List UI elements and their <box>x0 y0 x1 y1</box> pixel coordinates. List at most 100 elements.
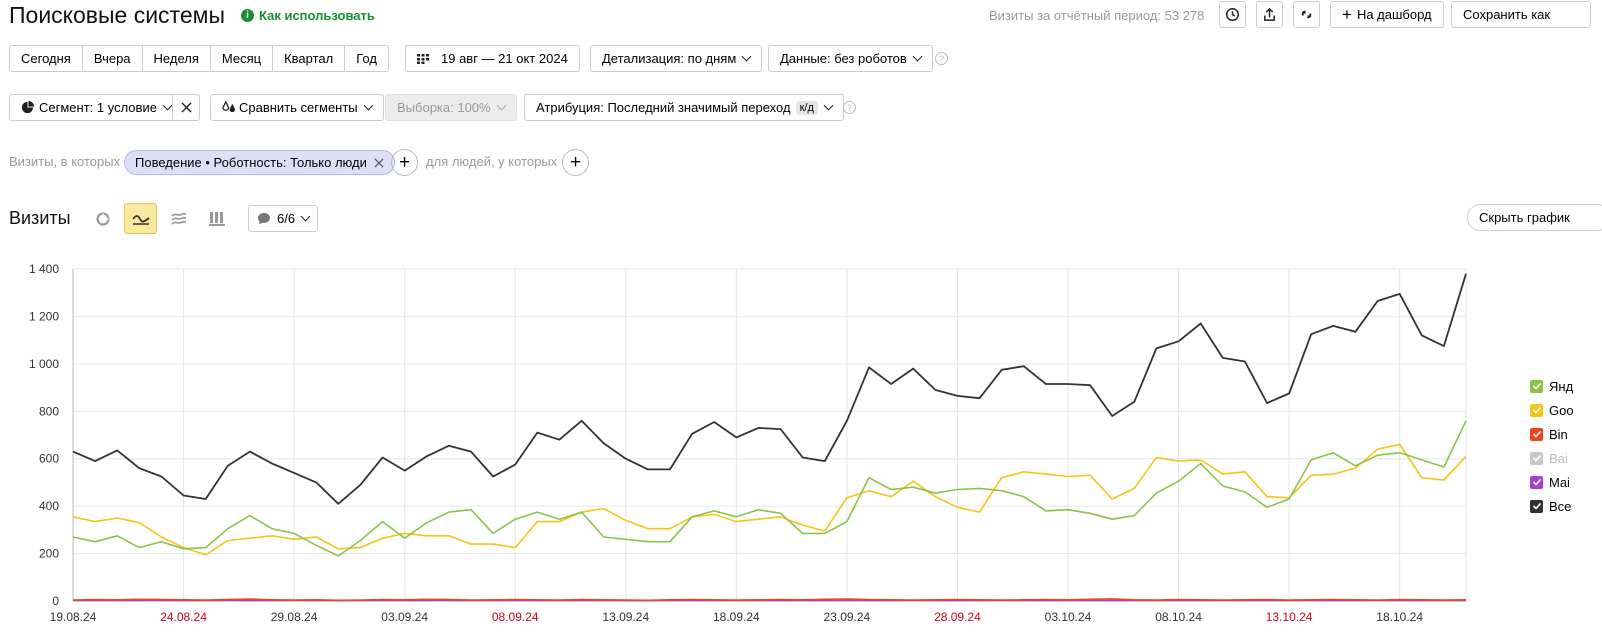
plus-icon: + <box>1342 5 1352 24</box>
hide-chart-button[interactable]: Скрыть график <box>1467 204 1602 231</box>
y-tick-label: 800 <box>39 404 59 418</box>
history-button[interactable] <box>1219 1 1246 28</box>
chevron-down-icon <box>496 100 507 111</box>
period-year[interactable]: Год <box>344 45 389 72</box>
add-visit-condition-button[interactable]: + <box>391 149 418 176</box>
plus-icon: + <box>398 152 411 173</box>
info-icon: i <box>241 9 254 22</box>
legend-item[interactable]: Goo <box>1530 398 1574 422</box>
chevron-down-icon <box>823 100 834 111</box>
pie-icon <box>21 101 34 114</box>
x-tick-label: 13.10.24 <box>1266 610 1313 624</box>
plus-icon: + <box>569 152 582 173</box>
x-tick-label: 18.09.24 <box>713 610 760 624</box>
legend-label: Все <box>1549 498 1572 514</box>
x-tick-label: 13.09.24 <box>602 610 649 624</box>
chart-type-bar[interactable] <box>200 203 233 234</box>
y-tick-label: 600 <box>39 452 59 466</box>
pie-chart-icon <box>95 211 110 226</box>
period-month[interactable]: Месяц <box>209 45 274 72</box>
legend-item[interactable]: Bin <box>1530 422 1574 446</box>
legend-item[interactable]: Все <box>1530 494 1574 518</box>
close-icon[interactable] <box>374 157 384 168</box>
series-line-янд <box>72 420 1467 557</box>
y-tick-label: 200 <box>39 547 59 561</box>
checkbox-icon[interactable] <box>1530 379 1543 393</box>
api-button[interactable] <box>1293 1 1320 28</box>
x-tick-label: 03.10.24 <box>1045 610 1092 624</box>
save-as-button[interactable]: Сохранить как <box>1451 1 1592 28</box>
legend-label: Янд <box>1549 378 1574 394</box>
calendar-icon <box>417 53 429 64</box>
line-chart-icon <box>131 214 150 225</box>
date-range-picker[interactable]: 19 авг — 21 окт 2024 <box>405 45 580 72</box>
chevron-down-icon <box>363 100 374 111</box>
legend-item[interactable]: Янд <box>1530 374 1574 398</box>
annotations-dropdown[interactable]: 6/6 <box>248 205 319 232</box>
annotations-count: 6/6 <box>277 211 296 226</box>
y-tick-label: 1 000 <box>29 357 59 371</box>
y-tick-label: 1 200 <box>29 309 59 323</box>
period-today[interactable]: Сегодня <box>9 45 83 72</box>
chart-type-pie[interactable] <box>86 203 119 234</box>
checkbox-icon[interactable] <box>1530 451 1543 465</box>
period-week[interactable]: Неделя <box>141 45 211 72</box>
x-tick-label: 28.09.24 <box>934 610 981 624</box>
detail-label: Детализация: по дням <box>602 51 737 66</box>
y-tick-label: 1 400 <box>29 262 59 276</box>
add-people-condition-button[interactable]: + <box>562 149 589 176</box>
comment-icon <box>258 213 270 225</box>
checkbox-icon[interactable] <box>1530 475 1543 489</box>
bar-chart-icon <box>208 212 225 226</box>
x-tick-label: 24.08.24 <box>160 610 207 624</box>
chart-title: Визиты <box>9 208 71 228</box>
series-line-total <box>72 273 1467 505</box>
share-icon <box>1264 7 1275 21</box>
detail-dropdown[interactable]: Детализация: по дням <box>590 45 763 72</box>
period-yesterday[interactable]: Вчера <box>81 45 143 72</box>
series-line-bin <box>72 598 1467 602</box>
visits-total: Визиты за отчётный период: 53 278 <box>989 8 1205 23</box>
people-filter-label: для людей, у которых <box>426 154 558 169</box>
x-tick-label: 18.10.24 <box>1376 610 1423 624</box>
save-as-label: Сохранить как <box>1463 7 1551 22</box>
chevron-down-icon <box>162 100 173 111</box>
add-to-dashboard-button[interactable]: + На дашборд <box>1330 1 1444 28</box>
attribution-dropdown[interactable]: Атрибуция: Последний значимый переход к/… <box>524 94 844 121</box>
sampling-label: Выборка: 100% <box>397 100 491 115</box>
x-tick-label: 19.08.24 <box>50 610 97 624</box>
chart-legend: Янд Goo Bin Bai Mai Все <box>1530 374 1574 518</box>
legend-item[interactable]: Bai <box>1530 446 1574 470</box>
compare-icon <box>222 101 236 113</box>
checkbox-icon[interactable] <box>1530 427 1543 441</box>
area-chart-icon <box>170 212 186 225</box>
page-title: Поисковые системы <box>9 2 225 28</box>
y-tick-label: 0 <box>52 594 59 608</box>
chevron-down-icon <box>741 51 752 62</box>
sampling-dropdown[interactable]: Выборка: 100% <box>385 94 517 121</box>
period-selector: Сегодня Вчера Неделя Месяц Квартал Год <box>9 45 389 72</box>
help-icon[interactable]: ? <box>843 101 856 114</box>
compare-segments-button[interactable]: Сравнить сегменты <box>210 94 384 121</box>
chart-type-line[interactable] <box>124 203 157 234</box>
x-tick-label: 08.10.24 <box>1155 610 1202 624</box>
period-quarter[interactable]: Квартал <box>272 45 346 72</box>
how-to-use-label: Как использовать <box>259 8 375 23</box>
close-icon <box>180 102 192 113</box>
help-icon[interactable]: ? <box>935 52 948 65</box>
checkbox-icon[interactable] <box>1530 403 1543 417</box>
clock-icon <box>1225 7 1240 22</box>
segment-dropdown[interactable]: Сегмент: 1 условие <box>9 94 183 121</box>
attribution-label: Атрибуция: Последний значимый переход <box>536 100 791 115</box>
share-button[interactable] <box>1256 1 1283 28</box>
chart-type-area[interactable] <box>162 203 195 234</box>
legend-label: Mai <box>1549 474 1570 490</box>
legend-item[interactable]: Mai <box>1530 470 1574 494</box>
checkbox-icon[interactable] <box>1530 499 1543 513</box>
segment-clear-button[interactable] <box>172 94 200 121</box>
filter-condition-chip[interactable]: Поведение • Роботность: Только люди <box>124 150 395 175</box>
compare-label: Сравнить сегменты <box>239 100 358 115</box>
how-to-use-link[interactable]: i Как использовать <box>241 8 375 23</box>
data-filter-dropdown[interactable]: Данные: без роботов <box>768 45 933 72</box>
legend-label: Bin <box>1549 426 1568 442</box>
